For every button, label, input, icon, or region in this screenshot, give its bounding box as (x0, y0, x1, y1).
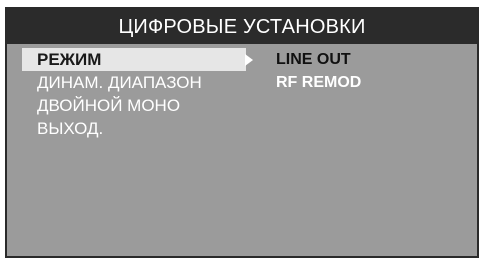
option-rf-remod[interactable]: RF REMOD (276, 71, 361, 94)
menu-item-label: РЕЖИМ (37, 50, 102, 69)
option-label: LINE OUT (276, 51, 351, 68)
menu-item-mode[interactable]: РЕЖИМ (22, 48, 246, 71)
menu-item-dynamic-range[interactable]: ДИНАМ. ДИАПАЗОН (22, 71, 246, 94)
option-label: RF REMOD (276, 74, 362, 91)
settings-menu: РЕЖИМ ДИНАМ. ДИАПАЗОН ДВОЙНОЙ МОНО ВЫХОД… (22, 48, 246, 140)
menu-item-exit[interactable]: ВЫХОД. (22, 117, 246, 140)
mode-options: LINE OUT RF REMOD (276, 48, 361, 94)
page-title: ЦИФРОВЫЕ УСТАНОВКИ (118, 16, 366, 38)
triangle-right-icon (245, 54, 253, 66)
option-line-out[interactable]: LINE OUT (276, 48, 361, 71)
title-bar: ЦИФРОВЫЕ УСТАНОВКИ (7, 9, 477, 44)
menu-item-label: ВЫХОД. (37, 119, 104, 138)
menu-item-label: ДИНАМ. ДИАПАЗОН (37, 73, 202, 92)
menu-item-label: ДВОЙНОЙ МОНО (37, 96, 181, 115)
menu-item-dual-mono[interactable]: ДВОЙНОЙ МОНО (22, 94, 246, 117)
osd-screen: ЦИФРОВЫЕ УСТАНОВКИ РЕЖИМ ДИНАМ. ДИАПАЗОН… (5, 7, 479, 258)
